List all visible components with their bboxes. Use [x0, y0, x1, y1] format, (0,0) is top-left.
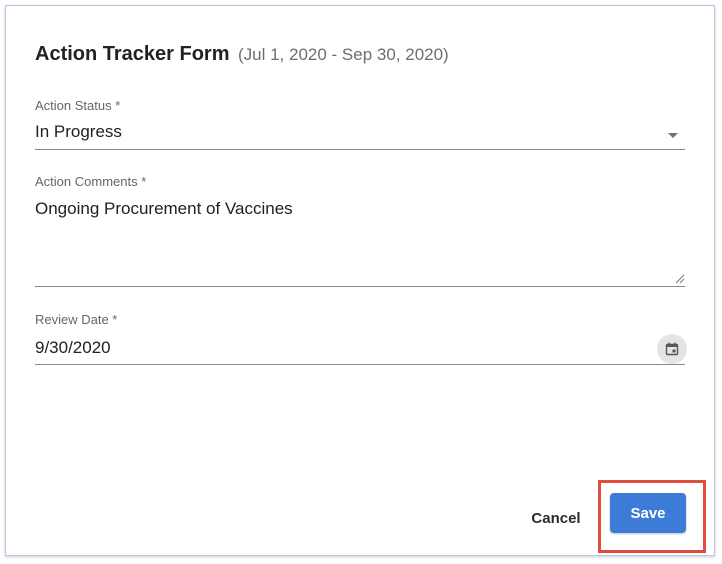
- dialog-title: Action Tracker Form: [35, 43, 230, 65]
- cancel-button[interactable]: Cancel: [522, 500, 590, 536]
- action-comments-underline: [35, 286, 685, 287]
- chevron-down-icon[interactable]: [668, 133, 678, 138]
- action-comments-textarea[interactable]: Ongoing Procurement of Vaccines: [35, 199, 293, 219]
- review-date-underline: [35, 364, 685, 365]
- dialog-period: (Jul 1, 2020 - Sep 30, 2020): [237, 45, 449, 64]
- action-status-underline: [35, 149, 685, 150]
- action-status-select[interactable]: In Progress: [35, 122, 122, 142]
- action-status-label: Action Status *: [35, 98, 121, 113]
- review-date-label: Review Date *: [35, 312, 118, 327]
- dialog-header: Action Tracker Form (Jul 1, 2020 - Sep 3…: [35, 43, 449, 66]
- save-button[interactable]: Save: [610, 493, 686, 533]
- calendar-button[interactable]: [657, 334, 687, 364]
- resize-handle-icon[interactable]: [675, 274, 685, 284]
- review-date-input[interactable]: 9/30/2020: [35, 338, 111, 358]
- calendar-icon: [665, 342, 679, 356]
- action-tracker-dialog: Action Tracker Form (Jul 1, 2020 - Sep 3…: [5, 5, 715, 556]
- action-comments-label: Action Comments *: [35, 174, 147, 189]
